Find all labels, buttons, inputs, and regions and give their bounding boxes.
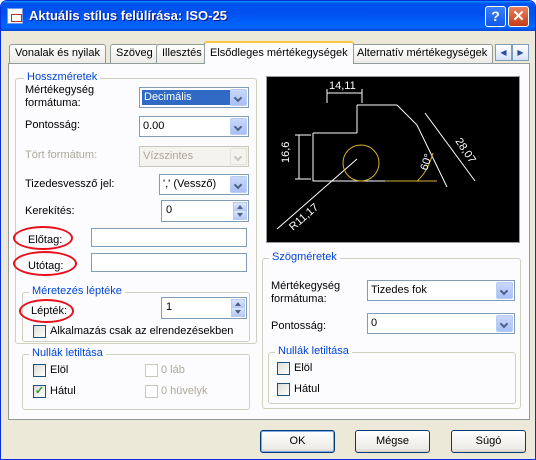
dim-left-text: 16,6: [280, 142, 292, 163]
dim-top-text: 14,11: [329, 80, 356, 92]
title-bar[interactable]: Aktuális stílus felülírása: ISO-25 ? ✕: [1, 1, 535, 31]
layout-only-checkbox[interactable]: [33, 325, 46, 338]
fraction-format-value: Vízszintes: [143, 150, 194, 162]
cancel-button[interactable]: Mégse: [355, 430, 430, 453]
angular-precision-value: 0: [371, 317, 378, 329]
linear-leading-checkbox[interactable]: [33, 364, 46, 377]
chevron-down-icon[interactable]: [230, 118, 247, 135]
angular-unit-format-value: Tizedes fok: [371, 284, 427, 296]
hole-circle: [342, 144, 380, 182]
scale-factor-value: 1: [166, 301, 173, 313]
fraction-format-label: Tört formátum:: [25, 149, 98, 161]
angular-zero-suppression-group: [268, 352, 516, 404]
tab-alternate-units[interactable]: Alternatív mértékegységek: [351, 44, 494, 63]
feet-label: 0 láb: [161, 364, 185, 376]
app-icon: [7, 8, 23, 24]
angular-leading-checkbox[interactable]: [277, 362, 290, 375]
chevron-down-icon[interactable]: [230, 89, 247, 106]
layout-only-label: Alkalmazás csak az elrendezésekben: [50, 325, 234, 337]
help-button[interactable]: Súgó: [451, 430, 526, 453]
outline-line: [312, 133, 405, 182]
radius-leader: [276, 158, 358, 230]
feet-checkbox: [145, 364, 158, 377]
chevron-down-icon[interactable]: [230, 176, 247, 193]
linear-trailing-label: Hátul: [50, 385, 76, 397]
tab-text[interactable]: Szöveg: [110, 44, 159, 63]
tab-scroll-left-button[interactable]: ◀: [495, 44, 512, 61]
linear-group-title: Hosszméretek: [24, 71, 101, 83]
tab-scroller: ◀ ▶: [495, 44, 529, 61]
linear-zero-group-title: Nullák letiltása: [29, 347, 106, 359]
annotation-circle: [19, 299, 74, 323]
linear-trailing-checkbox[interactable]: ✓: [33, 385, 46, 398]
decimal-separator-label: Tizedesvessző jel:: [25, 178, 115, 190]
annotation-circle: [13, 226, 73, 250]
angular-trailing-label: Hátul: [294, 383, 320, 395]
dialog-window: Aktuális stílus felülírása: ISO-25 ? ✕ V…: [0, 0, 536, 460]
spin-down-icon[interactable]: [233, 210, 247, 220]
dim-diag-text: 28,07: [453, 136, 478, 166]
prefix-input[interactable]: [91, 228, 247, 247]
tab-primary-units[interactable]: Elsődleges mértékegységek: [204, 41, 354, 64]
angular-zero-group-title: Nullák letiltása: [275, 345, 352, 357]
dim-radius-text: R11,17: [287, 201, 321, 233]
roundoff-spinner[interactable]: 0: [161, 200, 249, 222]
tab-scroll-right-button[interactable]: ▶: [512, 44, 529, 61]
decimal-separator-select[interactable]: ',' (Vessző): [159, 174, 249, 195]
linear-leading-label: Elöl: [50, 364, 69, 376]
angular-unit-format-label: Mértékegység formátuma:: [271, 280, 341, 305]
ok-button[interactable]: OK: [260, 430, 335, 453]
angular-unit-format-select[interactable]: Tizedes fok: [367, 280, 515, 301]
spin-down-icon[interactable]: [231, 307, 245, 317]
roundoff-value: 0: [166, 204, 173, 216]
angular-group-title: Szögméretek: [269, 251, 340, 263]
outline-line: [396, 104, 418, 126]
precision-select[interactable]: 0.00: [139, 116, 249, 137]
angular-precision-label: Pontosság:: [271, 320, 327, 332]
angular-leading-label: Elöl: [294, 362, 313, 374]
dim-angle-text: 60°: [418, 152, 435, 172]
tab-fit[interactable]: Illesztés: [156, 44, 208, 63]
help-title-button[interactable]: ?: [485, 6, 506, 27]
window-title: Aktuális stílus felülírása: ISO-25: [29, 8, 227, 23]
tab-lines-arrows[interactable]: Vonalak és nyilak: [9, 44, 106, 63]
linear-zero-suppression-group: [22, 354, 250, 410]
inches-checkbox: [145, 385, 158, 398]
chevron-down-icon: [230, 148, 247, 165]
decimal-separator-value: ',' (Vessző): [163, 178, 217, 190]
preview-panel: 14,11 16,6 28,07 60° R11,17: [266, 76, 520, 243]
close-button[interactable]: ✕: [508, 6, 529, 27]
scale-group-title: Méretezés léptéke: [29, 285, 125, 297]
suffix-input[interactable]: [91, 253, 247, 272]
unit-format-label: Mértékegység formátuma:: [25, 84, 95, 109]
precision-label: Pontosság:: [25, 119, 81, 131]
inches-label: 0 hüvelyk: [161, 385, 208, 397]
unit-format-value: Decimális: [142, 90, 243, 105]
dimension-preview-drawing: 14,11 16,6 28,07 60° R11,17: [276, 80, 478, 233]
roundoff-label: Kerekítés:: [25, 205, 75, 217]
unit-format-select[interactable]: Decimális: [139, 87, 249, 108]
angular-trailing-checkbox[interactable]: [277, 383, 290, 396]
fraction-format-select: Vízszintes: [139, 146, 249, 167]
scale-factor-spinner[interactable]: 1: [161, 297, 247, 319]
angular-precision-select[interactable]: 0: [367, 313, 515, 334]
precision-value: 0.00: [143, 120, 165, 132]
chevron-down-icon[interactable]: [496, 282, 513, 299]
annotation-circle: [13, 251, 77, 276]
chevron-down-icon[interactable]: [496, 315, 513, 332]
